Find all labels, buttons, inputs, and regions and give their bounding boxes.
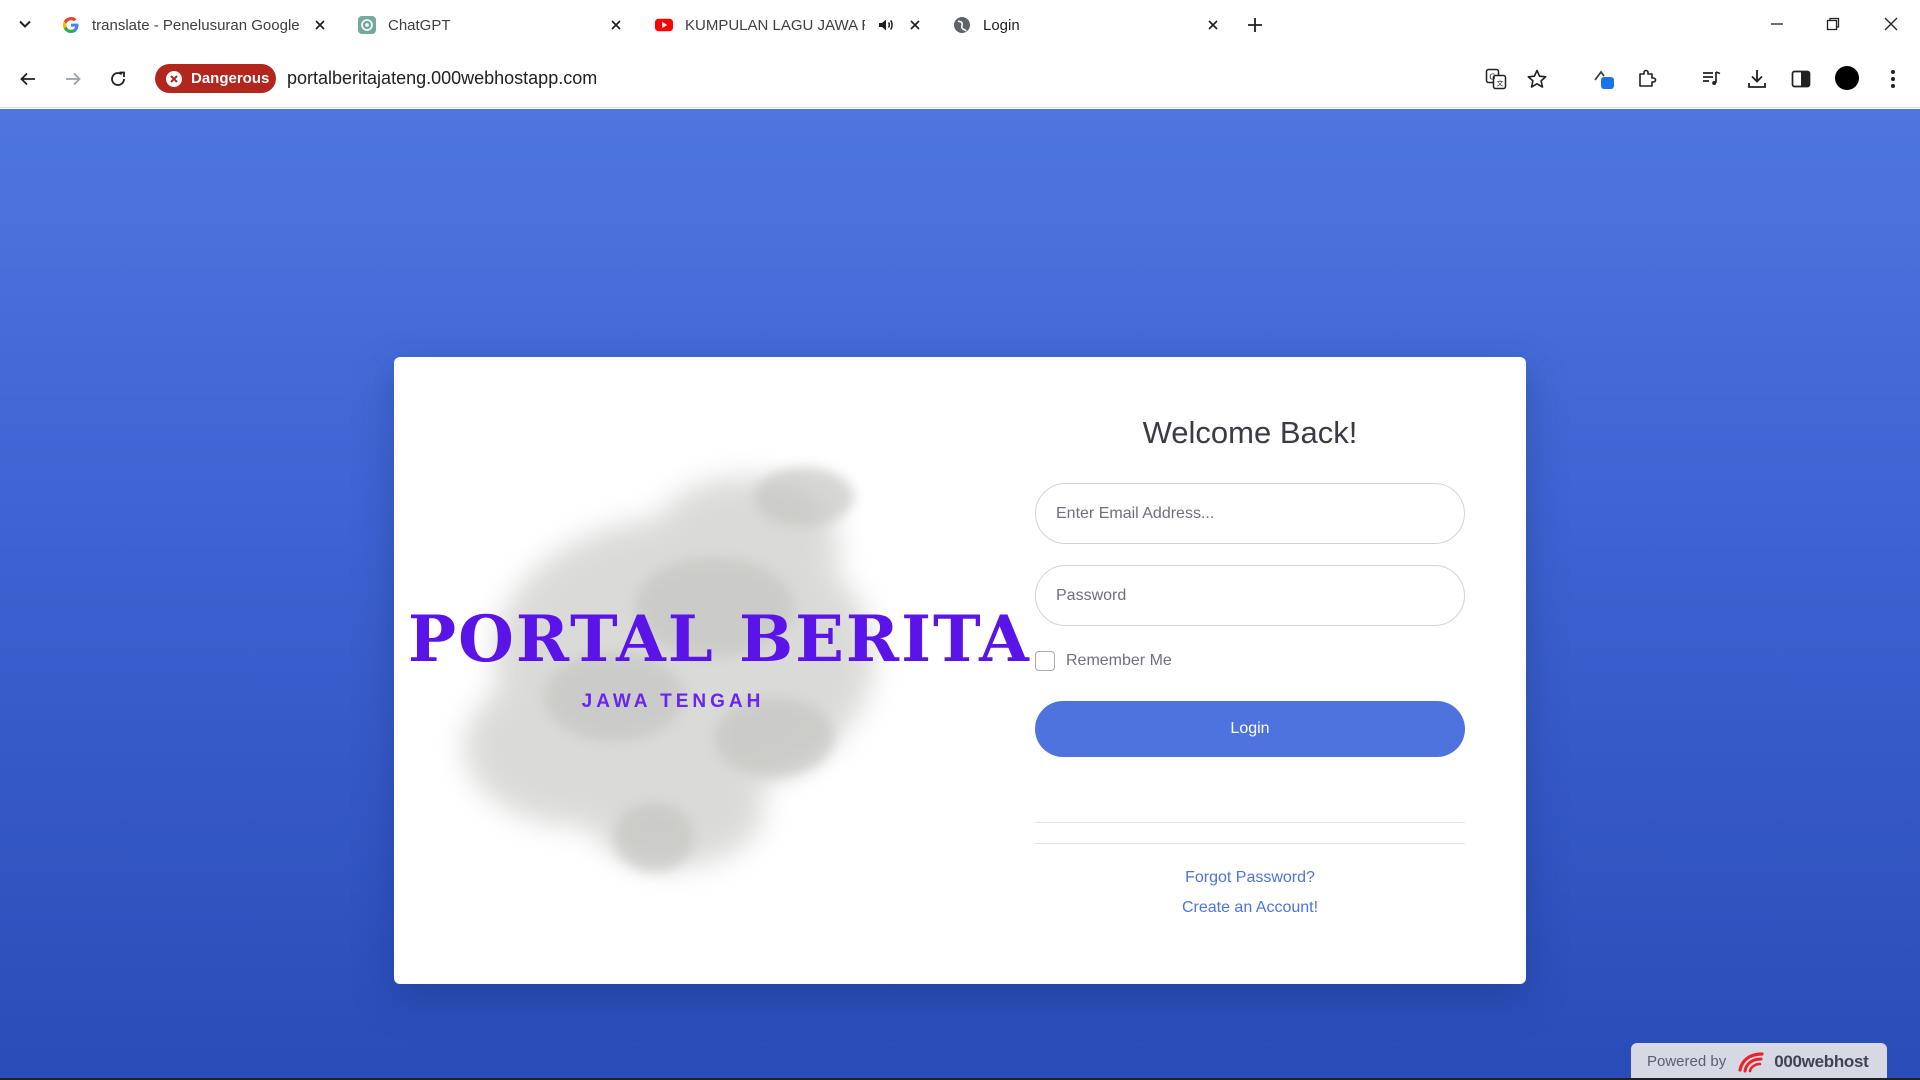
create-account-link[interactable]: Create an Account! xyxy=(1035,899,1465,917)
tab-strip: translate - Penelusuran Google ChatGPT K… xyxy=(0,0,1920,50)
back-arrow-icon[interactable] xyxy=(16,67,40,91)
powered-by-label: Powered by xyxy=(1647,1053,1727,1070)
login-button[interactable]: Login xyxy=(1035,701,1465,757)
close-tab-icon[interactable] xyxy=(907,17,923,33)
email-field[interactable] xyxy=(1035,483,1465,544)
minimize-icon[interactable] xyxy=(1766,13,1788,35)
speaker-icon[interactable] xyxy=(877,16,895,34)
security-warning-chip[interactable]: Dangerous xyxy=(155,64,276,93)
tab-title: KUMPULAN LAGU JAWA RE xyxy=(685,16,865,34)
divider xyxy=(1035,822,1465,823)
divider xyxy=(1035,843,1465,844)
close-tab-icon[interactable] xyxy=(1205,17,1221,33)
error-icon xyxy=(166,70,182,87)
password-field[interactable] xyxy=(1035,565,1465,626)
checkbox-box[interactable] xyxy=(1035,651,1055,671)
extension-app-icon[interactable] xyxy=(1592,67,1616,91)
restore-icon[interactable] xyxy=(1822,13,1844,35)
google-icon xyxy=(62,16,80,34)
profile-avatar[interactable] xyxy=(1835,66,1859,90)
svg-text:G: G xyxy=(1489,73,1495,82)
youtube-icon xyxy=(655,16,673,34)
tab-title: translate - Penelusuran Google xyxy=(92,16,300,34)
webhost-logo-icon xyxy=(1738,1051,1764,1072)
new-tab-icon[interactable] xyxy=(1245,15,1265,35)
globe-icon xyxy=(953,16,971,34)
translate-icon[interactable]: G文 xyxy=(1484,67,1508,91)
brand-subtitle: JAWA TENGAH xyxy=(581,691,765,712)
tab-youtube[interactable]: KUMPULAN LAGU JAWA RE xyxy=(655,8,925,42)
chatgpt-icon xyxy=(358,16,376,34)
tab-title: ChatGPT xyxy=(388,16,451,34)
forward-arrow-icon[interactable] xyxy=(61,67,85,91)
page-viewport: PORTAL BERITA JAWA TENGAH Welcome Back! … xyxy=(0,109,1920,1078)
address-bar[interactable]: portalberitajateng.000webhostapp.com xyxy=(287,68,597,89)
bookmark-star-icon[interactable] xyxy=(1525,67,1549,91)
remember-me-checkbox[interactable]: Remember Me xyxy=(1035,651,1172,671)
webhost-brand-name: 000webhost xyxy=(1774,1051,1869,1071)
reload-icon[interactable] xyxy=(106,67,130,91)
forgot-password-link[interactable]: Forgot Password? xyxy=(1035,869,1465,887)
tab-login[interactable]: Login xyxy=(953,8,1228,42)
svg-text:文: 文 xyxy=(1497,79,1504,88)
login-form: Welcome Back! Remember Me Login Forgot P… xyxy=(1035,357,1465,984)
browser-toolbar: Dangerous portalberitajateng.000webhosta… xyxy=(0,50,1920,108)
tab-google-search[interactable]: translate - Penelusuran Google xyxy=(62,8,332,42)
close-window-icon[interactable] xyxy=(1880,13,1902,35)
page-title: Welcome Back! xyxy=(1142,415,1358,450)
tab-title: Login xyxy=(983,16,1020,34)
brand-title: PORTAL BERITA xyxy=(408,602,1031,677)
tab-chatgpt[interactable]: ChatGPT xyxy=(358,8,628,42)
extensions-puzzle-icon[interactable] xyxy=(1635,67,1659,91)
close-tab-icon[interactable] xyxy=(608,17,624,33)
remember-me-label: Remember Me xyxy=(1066,652,1172,669)
close-tab-icon[interactable] xyxy=(312,17,328,33)
security-label: Dangerous xyxy=(191,70,270,87)
powered-by-badge[interactable]: Powered by 000webhost xyxy=(1631,1043,1887,1080)
side-panel-icon[interactable] xyxy=(1789,67,1813,91)
download-icon[interactable] xyxy=(1745,67,1769,91)
login-card: PORTAL BERITA JAWA TENGAH Welcome Back! … xyxy=(394,357,1526,984)
brand-panel: PORTAL BERITA JAWA TENGAH xyxy=(394,357,1031,984)
media-controls-icon[interactable] xyxy=(1700,67,1724,91)
tab-search-icon[interactable] xyxy=(14,13,36,35)
menu-kebab-icon[interactable] xyxy=(1881,67,1905,91)
